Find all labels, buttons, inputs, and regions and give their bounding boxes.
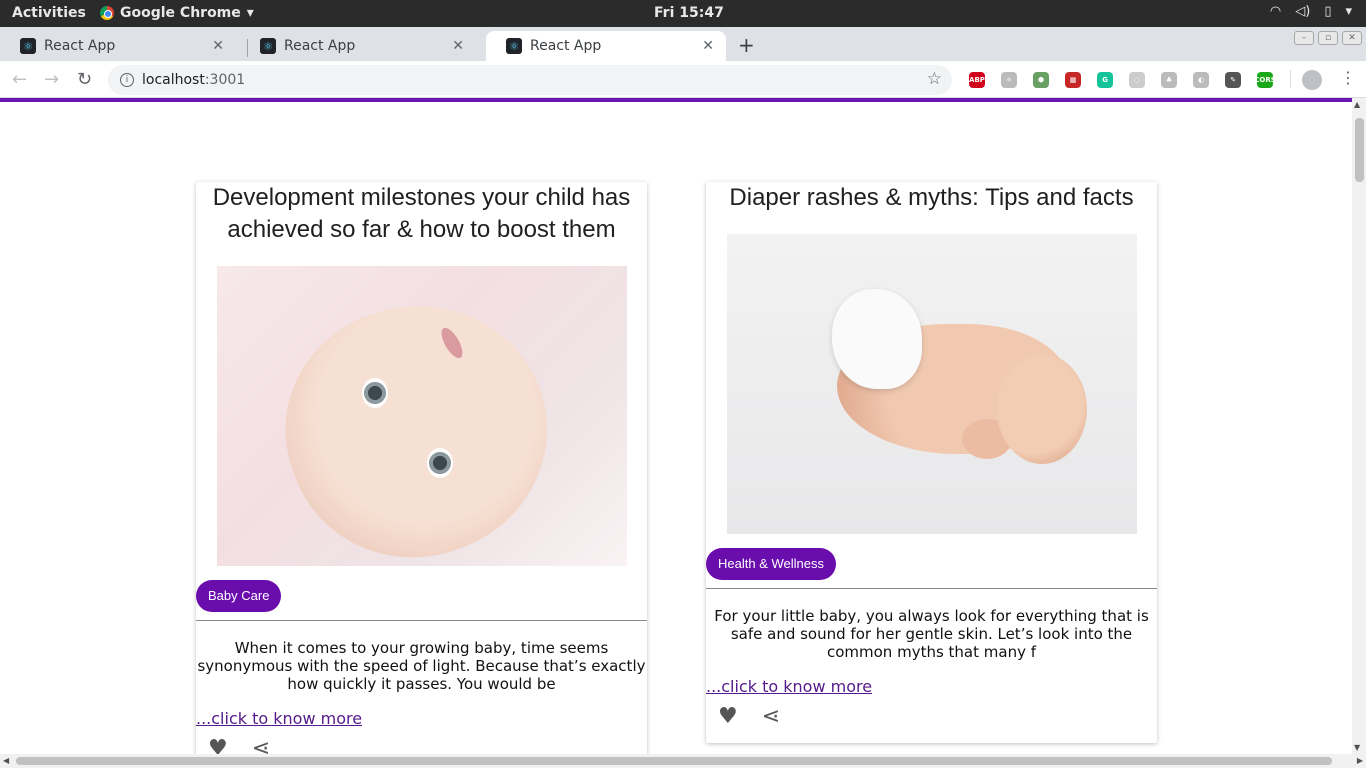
article-card: Development milestones your child has ac… — [196, 182, 647, 768]
tab-2[interactable]: ⚛ React App ✕ — [240, 31, 476, 61]
adblock-icon[interactable]: ABP — [969, 72, 985, 88]
volume-icon: ◁) — [1295, 4, 1311, 19]
info-icon[interactable]: i — [120, 73, 134, 87]
app-name: Google Chrome — [120, 5, 241, 21]
tab-1[interactable]: ⚛ React App ✕ — [0, 31, 236, 61]
menu-kebab-icon[interactable]: ⋮ — [1340, 68, 1356, 87]
baby-eye — [361, 378, 388, 408]
card-actions: ♥ ⋖ — [706, 696, 1157, 743]
baby-eye — [426, 448, 453, 478]
category-chip[interactable]: Health & Wellness — [706, 548, 836, 580]
scrollbar-thumb[interactable] — [16, 757, 1332, 765]
url-port: :3001 — [204, 72, 246, 88]
forward-icon[interactable]: → — [44, 69, 59, 90]
react-devtools-icon[interactable]: ⚛ — [1001, 72, 1017, 88]
card-divider — [706, 588, 1157, 589]
clock[interactable]: Fri 15:47 — [654, 5, 724, 21]
extension-gray-icon[interactable]: ◌ — [1129, 72, 1145, 88]
extension-tree-icon[interactable]: ♣ — [1161, 72, 1177, 88]
share-icon[interactable]: ⋖ — [762, 704, 780, 729]
read-more-link[interactable]: ...click to know more — [706, 677, 1157, 696]
baby-head-shape — [996, 354, 1087, 464]
article-title: Development milestones your child has ac… — [212, 184, 631, 243]
window-controls: – ▫ ✕ — [1294, 31, 1362, 45]
system-tray[interactable]: ◠ ◁) ▯ ▾ — [1270, 4, 1352, 19]
tab-title: React App — [44, 38, 116, 54]
eyedropper-icon[interactable]: ✎ — [1225, 72, 1241, 88]
vertical-scrollbar[interactable]: ▲ ▼ — [1352, 98, 1366, 754]
minimize-button[interactable]: – — [1294, 31, 1314, 45]
close-window-button[interactable]: ✕ — [1342, 31, 1362, 45]
app-menu[interactable]: Google Chrome ▾ — [100, 5, 254, 21]
close-tab-icon[interactable]: ✕ — [212, 38, 224, 54]
tab-title: React App — [284, 38, 356, 54]
scroll-down-arrow-icon[interactable]: ▼ — [1354, 743, 1360, 752]
extension-red-icon[interactable]: ▦ — [1065, 72, 1081, 88]
article-image-baby[interactable] — [216, 266, 627, 566]
category-chip[interactable]: Baby Care — [196, 580, 282, 612]
address-bar[interactable]: i localhost:3001 ☆ — [108, 65, 952, 95]
react-icon: ⚛ — [20, 38, 36, 54]
react-icon: ⚛ — [260, 38, 276, 54]
wifi-icon: ◠ — [1269, 4, 1282, 19]
horizontal-scrollbar[interactable]: ◀ ▶ — [0, 754, 1366, 768]
article-card: Diaper rashes & myths: Tips and facts He… — [706, 182, 1157, 743]
toolbar-divider — [1290, 70, 1291, 88]
tab-strip: ⚛ React App ✕ ⚛ React App ✕ ⚛ React App … — [0, 27, 1366, 61]
article-image-sleeping-baby[interactable] — [726, 234, 1137, 534]
top-accent-bar — [0, 98, 1352, 102]
browser-toolbar: ← → ↻ i localhost:3001 ☆ ABP ⚛ ⬢ ▦ G ◌ ♣ ◐ ✎ CORS — [0, 61, 1366, 98]
back-icon[interactable]: ← — [12, 69, 27, 90]
extension-circle-icon[interactable]: ◐ — [1193, 72, 1209, 88]
scroll-up-arrow-icon[interactable]: ▲ — [1354, 100, 1360, 109]
chevron-down-icon: ▾ — [1345, 4, 1352, 19]
close-tab-icon[interactable]: ✕ — [452, 38, 464, 54]
nodejs-icon[interactable]: ⬢ — [1033, 72, 1049, 88]
tab-title: React App — [530, 38, 602, 54]
article-title: Diaper rashes & myths: Tips and facts — [729, 184, 1134, 211]
read-more-link[interactable]: ...click to know more — [196, 709, 647, 728]
diaper-shape — [831, 289, 922, 389]
url-host: localhost — [142, 72, 205, 88]
react-icon: ⚛ — [506, 38, 522, 54]
page-viewport: Development milestones your child has ac… — [0, 98, 1366, 768]
activities-button[interactable]: Activities — [12, 5, 86, 21]
system-top-bar: Activities Google Chrome ▾ Fri 15:47 ◠ ◁… — [0, 0, 1366, 27]
bookmark-star-icon[interactable]: ☆ — [927, 69, 942, 89]
new-tab-button[interactable]: + — [738, 33, 755, 57]
scrollbar-thumb[interactable] — [1355, 118, 1364, 182]
close-tab-icon[interactable]: ✕ — [702, 38, 714, 54]
cors-icon[interactable]: CORS — [1254, 72, 1276, 88]
article-excerpt: When it comes to your growing baby, time… — [197, 639, 646, 693]
chrome-icon — [100, 6, 114, 20]
card-divider — [196, 620, 647, 621]
chevron-down-icon: ▾ — [246, 5, 254, 21]
grammarly-icon[interactable]: G — [1097, 72, 1113, 88]
maximize-button[interactable]: ▫ — [1318, 31, 1338, 45]
baby-face-shape — [251, 269, 582, 566]
article-excerpt: For your little baby, you always look fo… — [714, 607, 1149, 661]
tab-3-active[interactable]: ⚛ React App ✕ — [486, 31, 726, 61]
scroll-right-arrow-icon[interactable]: ▶ — [1357, 756, 1363, 765]
profile-avatar[interactable] — [1302, 70, 1322, 90]
battery-icon: ▯ — [1324, 4, 1332, 19]
heart-icon[interactable]: ♥ — [718, 704, 738, 729]
scroll-left-arrow-icon[interactable]: ◀ — [3, 756, 9, 765]
reload-icon[interactable]: ↻ — [77, 69, 92, 90]
